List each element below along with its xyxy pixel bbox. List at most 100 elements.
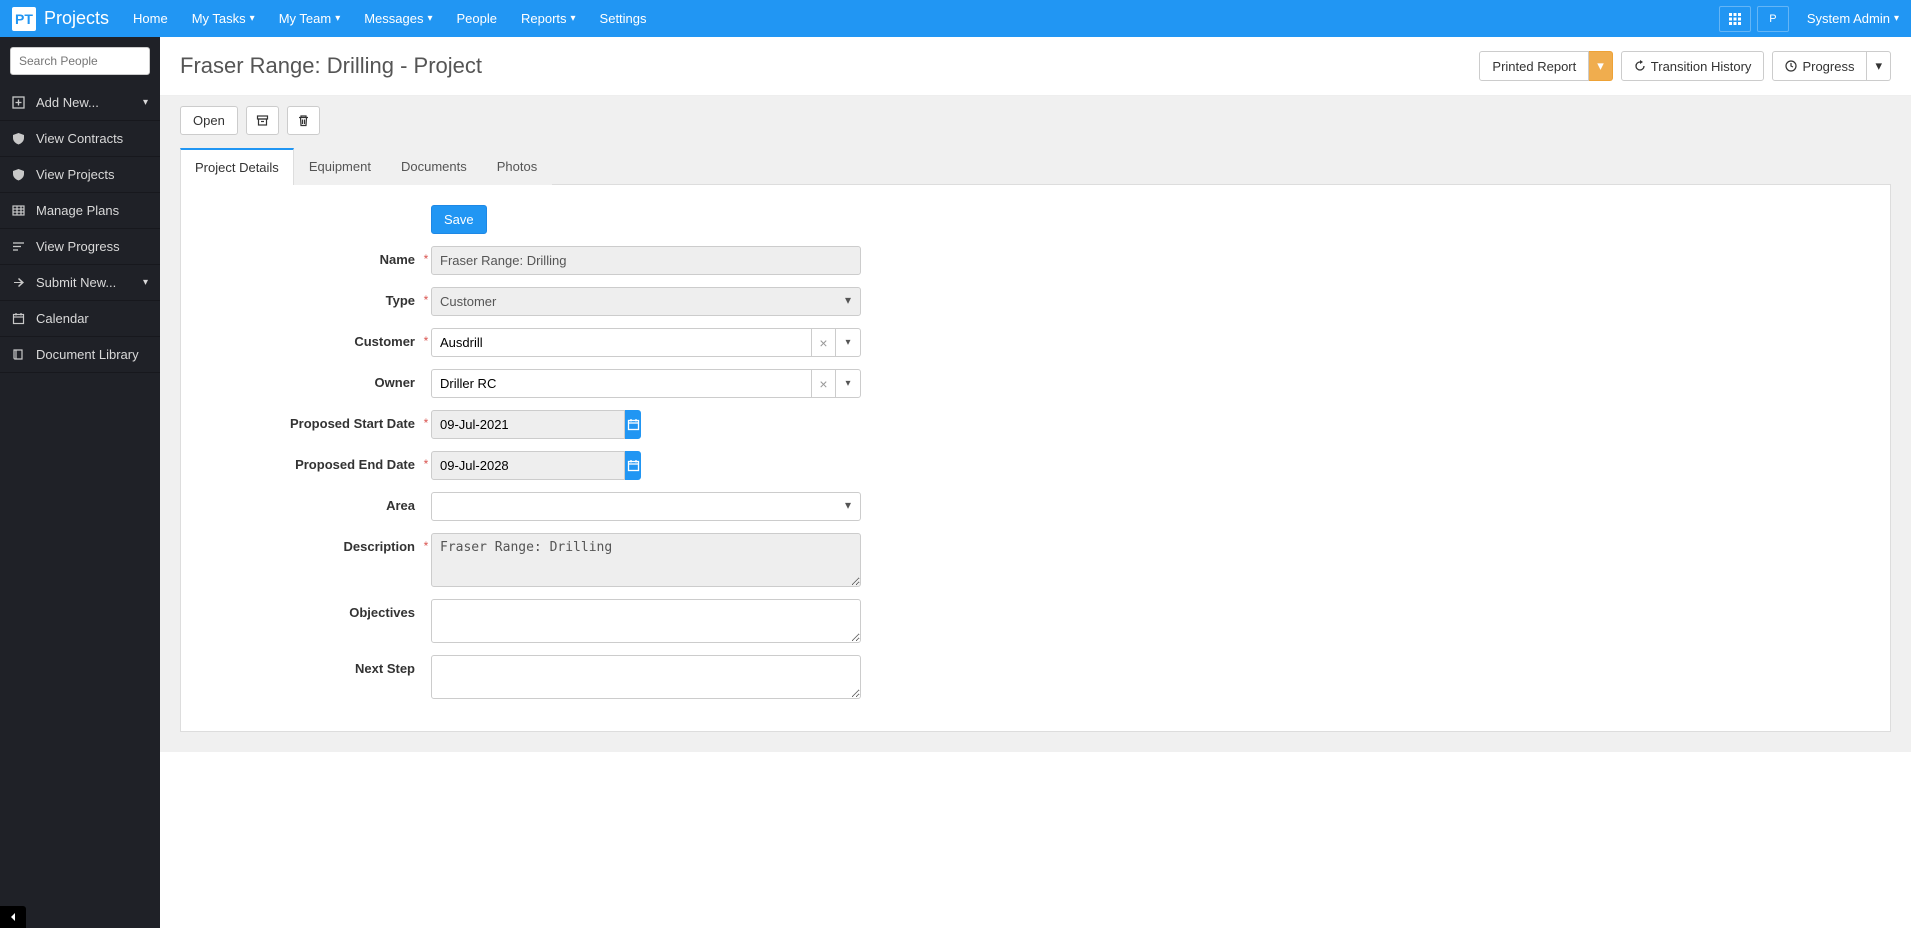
description-label: Description <box>201 533 421 554</box>
start-date-input[interactable] <box>431 410 625 439</box>
arrow-right-icon <box>12 276 28 289</box>
printed-report-group: Printed Report ▾ <box>1479 51 1612 81</box>
objectives-textarea[interactable] <box>431 599 861 643</box>
shield-icon <box>12 132 28 145</box>
table-icon <box>12 204 28 217</box>
owner-dropdown-button[interactable]: ▾ <box>835 369 861 398</box>
topbar-right: P System Admin▾ <box>1719 0 1911 37</box>
clock-icon <box>1785 60 1797 72</box>
sidebar-manage-plans[interactable]: Manage Plans <box>0 193 160 229</box>
area-select[interactable] <box>431 492 861 521</box>
owner-label: Owner <box>201 369 421 390</box>
owner-combo-input[interactable] <box>431 369 811 398</box>
shield-icon <box>12 168 28 181</box>
description-textarea[interactable] <box>431 533 861 587</box>
grid-icon <box>1729 13 1741 25</box>
printed-report-dropdown[interactable]: ▾ <box>1589 51 1613 81</box>
tab-documents[interactable]: Documents <box>386 148 482 185</box>
trash-icon <box>297 114 310 127</box>
caret-down-icon: ▾ <box>427 13 432 24</box>
user-menu-label: System Admin <box>1807 11 1890 26</box>
form: Save Name * Type * <box>201 205 1061 699</box>
close-icon: × <box>819 335 827 351</box>
sidebar-item-label: View Progress <box>36 239 120 254</box>
save-button[interactable]: Save <box>431 205 487 234</box>
tab-photos[interactable]: Photos <box>482 148 552 185</box>
transition-history-button[interactable]: Transition History <box>1621 51 1765 81</box>
nav-messages-label: Messages <box>364 11 423 26</box>
printed-report-button[interactable]: Printed Report <box>1479 51 1589 81</box>
calendar-icon <box>627 418 640 431</box>
nav-my-tasks[interactable]: My Tasks ▾ <box>180 0 267 37</box>
caret-down-icon: ▾ <box>143 97 148 108</box>
search-people-input[interactable] <box>10 47 150 75</box>
sidebar-collapse-button[interactable] <box>0 906 26 928</box>
main: Fraser Range: Drilling - Project Printed… <box>160 37 1911 928</box>
required-icon: * <box>421 451 431 471</box>
sidebar-item-label: Submit New... <box>36 275 116 290</box>
progress-icon <box>12 240 28 253</box>
next-step-textarea[interactable] <box>431 655 861 699</box>
nav-reports[interactable]: Reports ▾ <box>509 0 588 37</box>
sidebar-item-label: View Contracts <box>36 131 123 146</box>
name-input[interactable] <box>431 246 861 275</box>
book-icon <box>12 348 28 361</box>
sidebar-item-label: Manage Plans <box>36 203 119 218</box>
owner-clear-button[interactable]: × <box>811 369 835 398</box>
caret-down-icon: ▾ <box>845 378 850 389</box>
customer-dropdown-button[interactable]: ▾ <box>835 328 861 357</box>
caret-down-icon: ▾ <box>845 337 850 348</box>
action-row: Open <box>180 106 1891 135</box>
start-date-picker-button[interactable] <box>625 410 641 439</box>
brand-name: Projects <box>44 8 109 29</box>
customer-clear-button[interactable]: × <box>811 328 835 357</box>
sidebar-view-progress[interactable]: View Progress <box>0 229 160 265</box>
sidebar-add-new[interactable]: Add New... ▾ <box>0 85 160 121</box>
type-label: Type <box>201 287 421 308</box>
caret-down-icon: ▾ <box>143 277 148 288</box>
page-actions: Printed Report ▾ Transition History Prog… <box>1479 51 1891 81</box>
brand[interactable]: PT Projects <box>0 7 121 31</box>
delete-button[interactable] <box>287 106 320 135</box>
nav-reports-label: Reports <box>521 11 567 26</box>
calendar-icon <box>12 312 28 325</box>
progress-group: Progress ▾ <box>1772 51 1891 81</box>
progress-label: Progress <box>1802 59 1854 74</box>
type-select[interactable] <box>431 287 861 316</box>
nav-my-team-label: My Team <box>279 11 332 26</box>
end-date-input[interactable] <box>431 451 625 480</box>
nav-messages[interactable]: Messages ▾ <box>352 0 444 37</box>
nav-settings[interactable]: Settings <box>588 0 659 37</box>
progress-button[interactable]: Progress <box>1772 51 1867 81</box>
archive-icon <box>256 114 269 127</box>
objectives-label: Objectives <box>201 599 421 620</box>
nav-home[interactable]: Home <box>121 0 180 37</box>
caret-down-icon: ▾ <box>571 13 576 24</box>
sidebar-document-library[interactable]: Document Library <box>0 337 160 373</box>
tab-equipment[interactable]: Equipment <box>294 148 386 185</box>
sidebar-submit-new[interactable]: Submit New... ▾ <box>0 265 160 301</box>
sidebar-view-projects[interactable]: View Projects <box>0 157 160 193</box>
sidebar-item-label: View Projects <box>36 167 115 182</box>
tab-project-details[interactable]: Project Details <box>180 148 294 185</box>
sidebar-item-label: Add New... <box>36 95 99 110</box>
nav-people[interactable]: People <box>445 0 509 37</box>
transition-history-label: Transition History <box>1651 59 1752 74</box>
user-menu[interactable]: System Admin▾ <box>1795 0 1911 37</box>
grid-apps-button[interactable] <box>1719 6 1751 32</box>
next-step-label: Next Step <box>201 655 421 676</box>
required-icon: * <box>421 246 431 266</box>
progress-dropdown[interactable]: ▾ <box>1867 51 1891 81</box>
close-icon: × <box>819 376 827 392</box>
end-date-picker-button[interactable] <box>625 451 641 480</box>
nav-my-team[interactable]: My Team▾ <box>267 0 353 37</box>
caret-down-icon: ▾ <box>250 13 255 24</box>
profile-badge[interactable]: P <box>1757 6 1789 32</box>
sidebar-view-contracts[interactable]: View Contracts <box>0 121 160 157</box>
customer-label: Customer <box>201 328 421 349</box>
sidebar-calendar[interactable]: Calendar <box>0 301 160 337</box>
archive-button[interactable] <box>246 106 279 135</box>
customer-combo-input[interactable] <box>431 328 811 357</box>
nav-my-tasks-label: My Tasks <box>192 11 246 26</box>
open-button[interactable]: Open <box>180 106 238 135</box>
